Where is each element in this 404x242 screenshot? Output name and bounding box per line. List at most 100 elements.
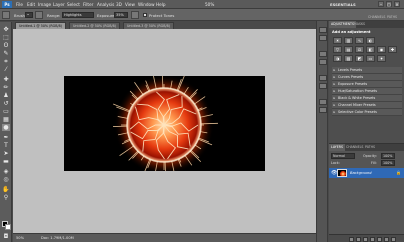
new-group-icon[interactable] — [377, 237, 382, 242]
preset-hue-saturation[interactable]: Hue/Saturation Presets — [332, 88, 402, 95]
photo-filter-icon[interactable]: ◉ — [377, 46, 386, 53]
crop-tool-icon[interactable]: ⌗ — [2, 58, 10, 65]
layer-style-icon[interactable] — [356, 237, 361, 242]
pen-tool-icon[interactable]: ✒ — [2, 134, 10, 141]
history-panel-icon[interactable] — [319, 27, 327, 33]
blend-mode-select[interactable]: Normal — [331, 153, 355, 159]
zoom-tool-icon[interactable]: ⚲ — [2, 194, 10, 201]
menu-analysis[interactable]: Analysis — [97, 2, 114, 7]
gradient-map-icon[interactable]: ▭ — [366, 55, 375, 62]
lock-label: Lock: — [331, 161, 340, 165]
history-brush-tool-icon[interactable]: ↺ — [2, 100, 10, 107]
zoom-dropdown[interactable]: 50% — [205, 2, 214, 7]
layer-row-background[interactable]: 👁 Background 🔒 — [329, 168, 404, 178]
menu-view[interactable]: View — [125, 2, 135, 7]
add-mask-icon[interactable] — [363, 237, 368, 242]
type-tool-icon[interactable]: T — [2, 142, 10, 149]
selective-color-icon[interactable]: ✦ — [377, 55, 386, 62]
navigator-panel-icon[interactable] — [319, 51, 327, 57]
doc-tab-3[interactable]: Untitled-3 @ 50% (RGB/8) — [123, 22, 174, 29]
menu-image[interactable]: Image — [38, 2, 51, 7]
3d-camera-tool-icon[interactable]: ◎ — [2, 176, 10, 183]
eyedropper-tool-icon[interactable]: ⁄ — [2, 66, 10, 73]
lasso-tool-icon[interactable]: ʘ — [2, 42, 10, 49]
vibrance-icon[interactable]: ▽ — [333, 46, 342, 53]
visibility-eye-icon[interactable]: 👁 — [331, 170, 337, 176]
exposure-icon[interactable]: ◐ — [366, 37, 375, 44]
move-tool-icon[interactable]: ✥ — [2, 26, 10, 33]
minimize-icon[interactable]: – — [378, 1, 384, 7]
healing-brush-tool-icon[interactable]: ✚ — [2, 76, 10, 83]
background-color-swatch[interactable] — [5, 224, 11, 230]
3d-rotate-tool-icon[interactable]: ◈ — [2, 168, 10, 175]
protect-tones-checkbox[interactable] — [143, 12, 147, 17]
adjustments-title: Add an adjustment — [332, 30, 371, 34]
info-panel-icon[interactable] — [319, 59, 327, 65]
preset-exposure[interactable]: Exposure Presets — [332, 81, 402, 88]
brightness-contrast-icon[interactable]: ☀ — [333, 37, 342, 44]
character-panel-icon[interactable] — [319, 75, 327, 81]
opacity-input[interactable]: 100% — [381, 153, 395, 159]
menu-layer[interactable]: Layer — [53, 2, 65, 7]
layer-name[interactable]: Background — [350, 171, 372, 175]
menu-3d[interactable]: 3D — [116, 2, 122, 7]
menu-window[interactable]: Window — [138, 2, 155, 7]
brush-tool-icon[interactable]: ✏ — [2, 84, 10, 91]
preset-channel-mixer[interactable]: Channel Mixer Presets — [332, 102, 402, 109]
shape-tool-icon[interactable]: ▬ — [2, 158, 10, 165]
preset-levels[interactable]: Levels Presets — [332, 67, 402, 74]
tab-paths-top[interactable]: PATHS — [385, 14, 399, 21]
preset-curves[interactable]: Curves Presets — [332, 74, 402, 81]
link-layers-icon[interactable] — [349, 237, 354, 242]
menu-filter[interactable]: Filter — [83, 2, 93, 7]
tab-paths[interactable]: PATHS — [363, 144, 377, 151]
menu-help[interactable]: Help — [156, 2, 166, 7]
brushes-panel-icon[interactable] — [319, 99, 327, 105]
clone-source-panel-icon[interactable] — [319, 107, 327, 113]
paragraph-panel-icon[interactable] — [319, 83, 327, 89]
quick-select-tool-icon[interactable]: ✎ — [2, 50, 10, 57]
maximize-icon[interactable]: □ — [386, 1, 392, 7]
color-balance-icon[interactable]: ⚖ — [355, 46, 364, 53]
black-white-icon[interactable]: ◧ — [366, 46, 375, 53]
workspace-switcher[interactable]: ESSENTIALS — [330, 2, 356, 7]
dodge-tool-preset-icon[interactable] — [2, 11, 10, 19]
new-adjustment-layer-icon[interactable] — [370, 237, 375, 242]
clone-stamp-tool-icon[interactable]: ♟ — [2, 92, 10, 99]
quick-mask-icon[interactable]: ◘ — [2, 233, 10, 240]
document-image[interactable] — [64, 76, 265, 171]
path-selection-tool-icon[interactable]: ➤ — [2, 150, 10, 157]
eraser-tool-icon[interactable]: ▭ — [2, 108, 10, 115]
curves-icon[interactable]: ∿ — [355, 37, 364, 44]
close-icon[interactable]: × — [394, 1, 400, 7]
levels-icon[interactable]: ▥ — [344, 37, 353, 44]
zoom-readout[interactable]: 50% — [16, 236, 24, 240]
tab-layers[interactable]: LAYERS — [329, 144, 345, 151]
menu-edit[interactable]: Edit — [27, 2, 35, 7]
threshold-icon[interactable]: ◩ — [355, 55, 364, 62]
brush-picker[interactable]: • — [25, 11, 33, 18]
marquee-tool-icon[interactable]: ⬚ — [2, 34, 10, 41]
invert-icon[interactable]: ◑ — [333, 55, 342, 62]
exposure-input[interactable]: 35% — [114, 11, 128, 18]
new-layer-icon[interactable] — [384, 237, 389, 242]
hand-tool-icon[interactable]: ✋ — [2, 186, 10, 193]
delete-layer-icon[interactable] — [391, 237, 396, 242]
fill-input[interactable]: 100% — [381, 160, 395, 166]
doc-tab-2[interactable]: Untitled-2 @ 50% (RGB/8) — [69, 22, 120, 29]
menu-select[interactable]: Select — [67, 2, 80, 7]
posterize-icon[interactable]: ▨ — [344, 55, 353, 62]
range-select[interactable]: Highlights — [62, 11, 94, 18]
hue-saturation-icon[interactable]: ▤ — [344, 46, 353, 53]
preset-selective-color[interactable]: Selective Color Presets — [332, 109, 402, 116]
tab-masks[interactable]: MASKS — [352, 21, 367, 28]
preset-black-white[interactable]: Black & White Presets — [332, 95, 402, 102]
menu-file[interactable]: File — [16, 2, 23, 7]
gradient-tool-icon[interactable]: ▦ — [2, 116, 10, 123]
channel-mixer-icon[interactable]: ✚ — [388, 46, 397, 53]
dodge-tool-icon[interactable]: ● — [2, 124, 10, 131]
doc-tab-1[interactable]: Untitled-1 @ 50% (RGB/8) — [15, 22, 66, 29]
actions-panel-icon[interactable] — [319, 35, 327, 41]
brush-panel-icon[interactable] — [35, 11, 43, 19]
airbrush-icon[interactable] — [131, 11, 139, 19]
